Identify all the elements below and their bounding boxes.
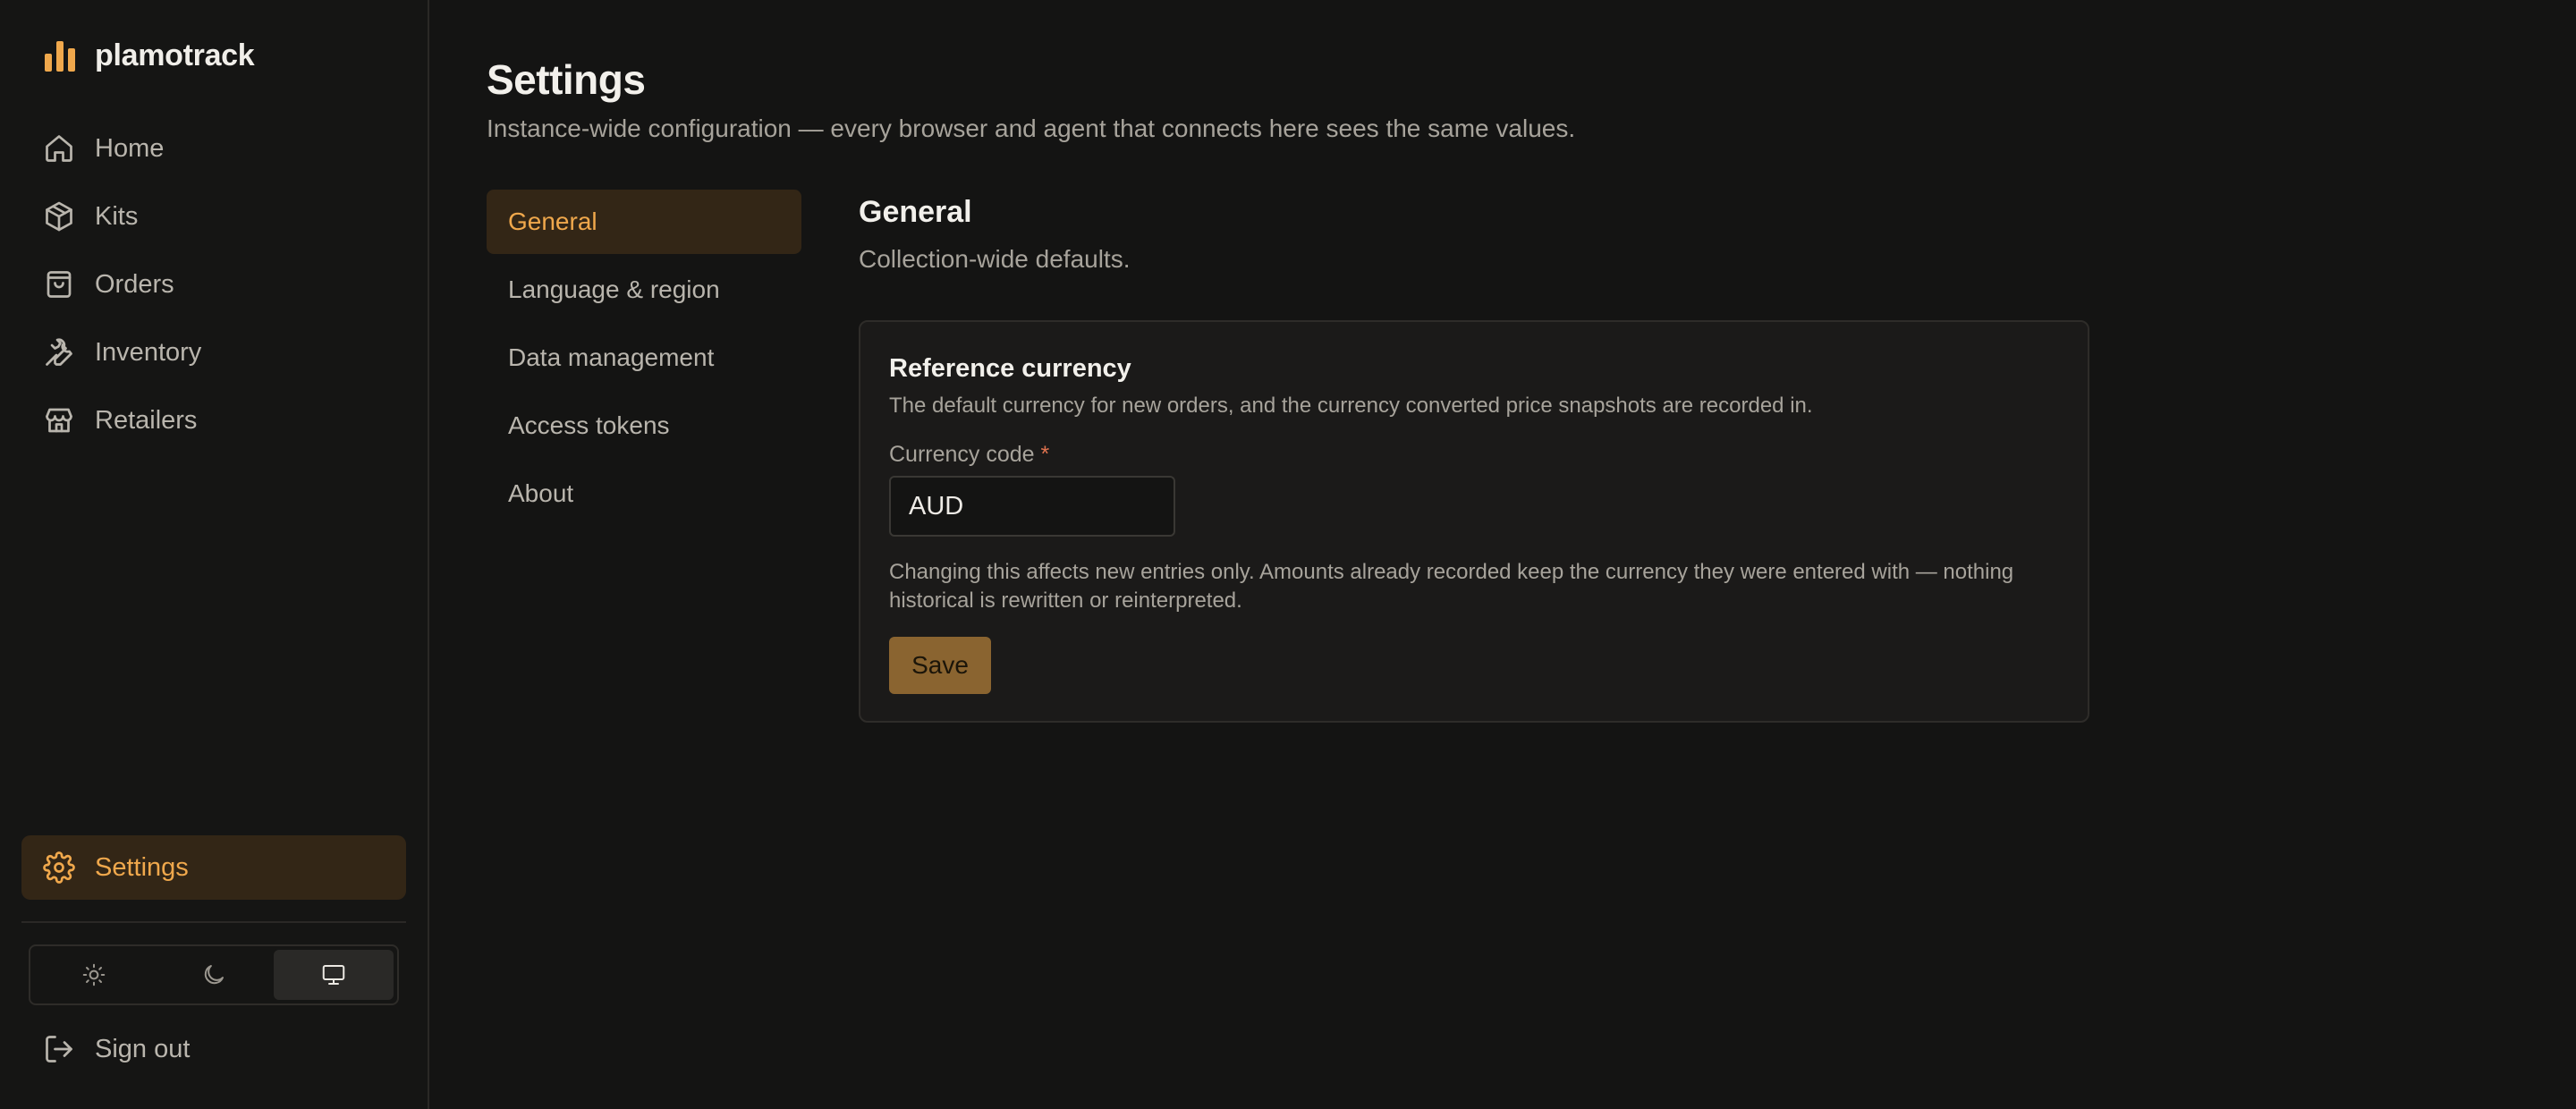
wrench-icon <box>46 338 72 366</box>
app-root: plamotrack Home Kits Orders Inventory Re… <box>0 0 2576 1109</box>
subnav-item-language-region[interactable]: Language & region <box>487 258 801 322</box>
field-label-text: Currency code <box>889 442 1035 467</box>
subnav-item-general[interactable]: General <box>487 190 801 254</box>
sidebar-item-label: Settings <box>95 852 189 882</box>
sidebar-item-label: Orders <box>95 269 174 299</box>
sidebar-nav: Home Kits Orders Inventory Retailers <box>21 116 406 456</box>
store-icon <box>46 408 72 433</box>
monitor-icon <box>322 965 345 985</box>
card-description: The default currency for new orders, and… <box>889 394 1813 418</box>
currency-code-label: Currency code * <box>889 442 1049 468</box>
save-button[interactable]: Save <box>889 637 991 694</box>
home-icon <box>46 135 72 162</box>
subnav-item-about[interactable]: About <box>487 461 801 526</box>
theme-system-button[interactable] <box>274 950 394 1000</box>
sidebar-item-settings[interactable]: Settings <box>21 835 406 900</box>
sidebar-item-label: Kits <box>95 201 139 231</box>
bar-chart-logo-icon <box>45 41 75 72</box>
theme-switcher <box>29 944 399 1005</box>
theme-dark-button[interactable] <box>154 950 274 1000</box>
sidebar-item-label: Inventory <box>95 337 202 367</box>
page-title: Settings <box>487 56 646 103</box>
brand-name: plamotrack <box>95 38 255 72</box>
box-icon <box>46 201 72 232</box>
required-marker: * <box>1040 442 1050 467</box>
subnav-item-access-tokens[interactable]: Access tokens <box>487 394 801 458</box>
card-note: Changing this affects new entries only. … <box>889 560 2014 613</box>
shopping-bag-icon <box>47 271 72 298</box>
section-title: General <box>859 195 972 229</box>
sign-out-button[interactable]: Sign out <box>43 1029 190 1070</box>
logout-icon <box>46 1036 72 1062</box>
card-title: Reference currency <box>889 354 1131 383</box>
settings-subnav: General Language & region Data managemen… <box>487 190 801 529</box>
sign-out-label: Sign out <box>95 1034 191 1063</box>
brand[interactable]: plamotrack <box>43 38 255 73</box>
sidebar-item-retailers[interactable]: Retailers <box>21 388 406 453</box>
gear-icon <box>43 851 75 884</box>
theme-light-button[interactable] <box>34 950 154 1000</box>
sidebar-item-inventory[interactable]: Inventory <box>21 320 406 385</box>
sidebar-item-label: Home <box>95 133 165 163</box>
main-content: Settings Instance-wide configuration — e… <box>429 0 2576 1109</box>
sidebar-divider <box>21 921 406 923</box>
sidebar-item-orders[interactable]: Orders <box>21 252 406 317</box>
sidebar: plamotrack Home Kits Orders Inventory Re… <box>0 0 429 1109</box>
moon-icon <box>204 965 224 985</box>
sun-icon <box>82 963 106 986</box>
currency-code-input[interactable] <box>889 476 1175 537</box>
sidebar-item-home[interactable]: Home <box>21 116 406 181</box>
section-subtitle: Collection-wide defaults. <box>859 245 1131 273</box>
subnav-item-data-management[interactable]: Data management <box>487 326 801 390</box>
page-subtitle: Instance-wide configuration — every brow… <box>487 114 1576 142</box>
sidebar-item-kits[interactable]: Kits <box>21 184 406 249</box>
sidebar-item-label: Retailers <box>95 405 198 435</box>
reference-currency-card: Reference currency The default currency … <box>859 320 2089 723</box>
